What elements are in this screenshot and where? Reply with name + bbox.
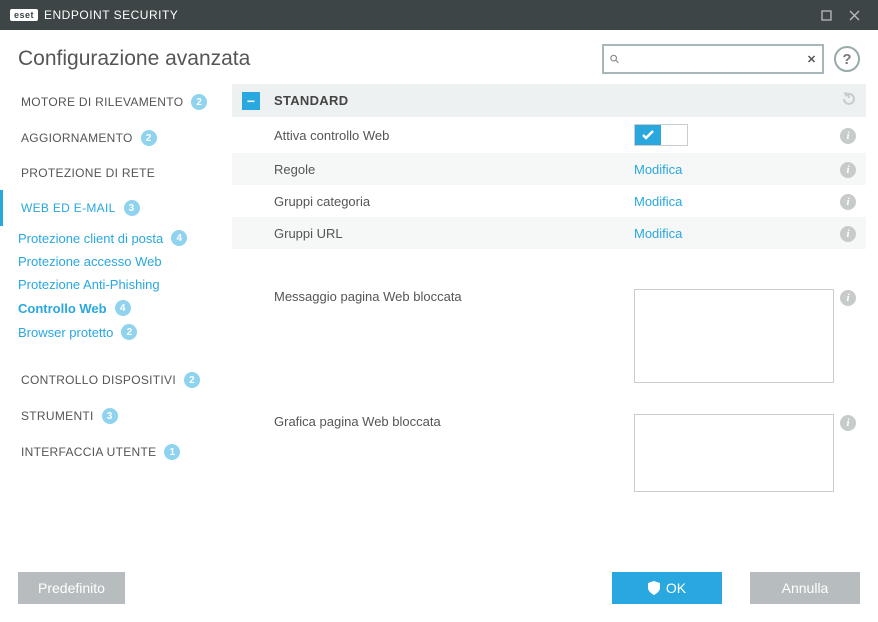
section-header: − STANDARD: [232, 84, 866, 117]
sidebar-item-label: CONTROLLO DISPOSITIVI: [21, 373, 176, 387]
sidebar-sub-label: Controllo Web: [18, 301, 107, 316]
edit-rules-link[interactable]: Modifica: [634, 162, 682, 177]
sidebar-item-label: INTERFACCIA UTENTE: [21, 445, 156, 459]
toggle-on: [635, 125, 661, 145]
sidebar-sub-label: Protezione accesso Web: [18, 254, 162, 269]
cancel-button[interactable]: Annulla: [750, 572, 860, 604]
info-icon[interactable]: i: [840, 128, 856, 144]
row-category-groups: Gruppi categoria Modifica i: [232, 185, 866, 217]
shield-icon: [648, 581, 660, 595]
row-label: Gruppi categoria: [274, 194, 634, 209]
sidebar-item-device-control[interactable]: CONTROLLO DISPOSITIVI 2: [0, 362, 232, 398]
page-title: Configurazione avanzata: [18, 47, 250, 71]
ok-button[interactable]: OK: [612, 572, 722, 604]
section-title: STANDARD: [274, 93, 348, 108]
check-icon: [642, 130, 654, 140]
badge: 2: [184, 372, 200, 388]
undo-icon: [840, 91, 856, 107]
row-blocked-graphic: Grafica pagina Web bloccata i: [232, 400, 866, 509]
sidebar-sub-label: Protezione client di posta: [18, 231, 163, 246]
info-icon[interactable]: i: [840, 194, 856, 210]
sidebar: MOTORE DI RILEVAMENTO 2 AGGIORNAMENTO 2 PR…: [0, 84, 232, 552]
clear-search-icon[interactable]: [807, 52, 816, 66]
sidebar-sub-antiphishing[interactable]: Protezione Anti-Phishing: [0, 273, 232, 296]
toggle-enable-web-control[interactable]: [634, 124, 688, 146]
badge: 2: [191, 94, 207, 110]
sidebar-sub-protected-browser[interactable]: Browser protetto 2: [0, 320, 232, 344]
ok-label: OK: [666, 580, 686, 596]
edit-category-groups-link[interactable]: Modifica: [634, 194, 682, 209]
info-icon[interactable]: i: [840, 290, 856, 306]
info-icon[interactable]: i: [840, 415, 856, 431]
sidebar-item-label: PROTEZIONE DI RETE: [21, 166, 155, 180]
row-label: Grafica pagina Web bloccata: [274, 414, 634, 429]
brand-logo: eset: [10, 9, 38, 21]
collapse-button[interactable]: −: [242, 92, 260, 110]
row-label: Attiva controllo Web: [274, 128, 634, 143]
blocked-message-textarea[interactable]: [634, 289, 834, 383]
sidebar-item-label: MOTORE DI RILEVAMENTO: [21, 95, 183, 109]
brand-text: ENDPOINT SECURITY: [44, 8, 178, 22]
maximize-icon: [821, 10, 832, 21]
content-panel: − STANDARD Attiva controllo Web i Regole…: [232, 84, 878, 552]
sidebar-item-label: WEB ED E-MAIL: [21, 201, 116, 215]
sidebar-item-web-email[interactable]: WEB ED E-MAIL 3: [0, 190, 232, 226]
sidebar-item-detection-engine[interactable]: MOTORE DI RILEVAMENTO 2: [0, 84, 232, 120]
sidebar-item-label: STRUMENTI: [21, 409, 94, 423]
search-box[interactable]: [602, 44, 824, 74]
window-close-button[interactable]: [840, 1, 868, 29]
sidebar-item-update[interactable]: AGGIORNAMENTO 2: [0, 120, 232, 156]
help-button[interactable]: ?: [834, 46, 860, 72]
row-enable-web-control: Attiva controllo Web i: [232, 117, 866, 153]
sidebar-item-tools[interactable]: STRUMENTI 3: [0, 398, 232, 434]
edit-url-groups-link[interactable]: Modifica: [634, 226, 682, 241]
badge: 1: [164, 444, 180, 460]
badge: 4: [171, 230, 187, 246]
brand: eset ENDPOINT SECURITY: [10, 8, 178, 22]
undo-button[interactable]: [840, 91, 856, 110]
sidebar-sub-email-client[interactable]: Protezione client di posta 4: [0, 226, 232, 250]
window-maximize-button[interactable]: [812, 1, 840, 29]
default-button[interactable]: Predefinito: [18, 572, 125, 604]
sidebar-item-network-protection[interactable]: PROTEZIONE DI RETE: [0, 156, 232, 190]
search-input[interactable]: [625, 52, 801, 67]
badge: 3: [102, 408, 118, 424]
row-label: Gruppi URL: [274, 226, 634, 241]
sidebar-item-label: AGGIORNAMENTO: [21, 131, 133, 145]
sidebar-item-ui[interactable]: INTERFACCIA UTENTE 1: [0, 434, 232, 470]
sidebar-sub-web-access[interactable]: Protezione accesso Web: [0, 250, 232, 273]
info-icon[interactable]: i: [840, 162, 856, 178]
row-label: Regole: [274, 162, 634, 177]
search-icon: [610, 52, 619, 66]
sidebar-sub-label: Browser protetto: [18, 325, 113, 340]
row-label: Messaggio pagina Web bloccata: [274, 289, 634, 304]
close-icon: [849, 10, 860, 21]
badge: 2: [141, 130, 157, 146]
badge: 4: [115, 300, 131, 316]
info-icon[interactable]: i: [840, 226, 856, 242]
row-url-groups: Gruppi URL Modifica i: [232, 217, 866, 249]
row-rules: Regole Modifica i: [232, 153, 866, 185]
toggle-off: [661, 125, 687, 145]
row-blocked-message: Messaggio pagina Web bloccata i: [232, 275, 866, 400]
badge: 3: [124, 200, 140, 216]
sidebar-sub-label: Protezione Anti-Phishing: [18, 277, 160, 292]
badge: 2: [121, 324, 137, 340]
blocked-graphic-textarea[interactable]: [634, 414, 834, 492]
sidebar-sub-web-control[interactable]: Controllo Web 4: [0, 296, 232, 320]
